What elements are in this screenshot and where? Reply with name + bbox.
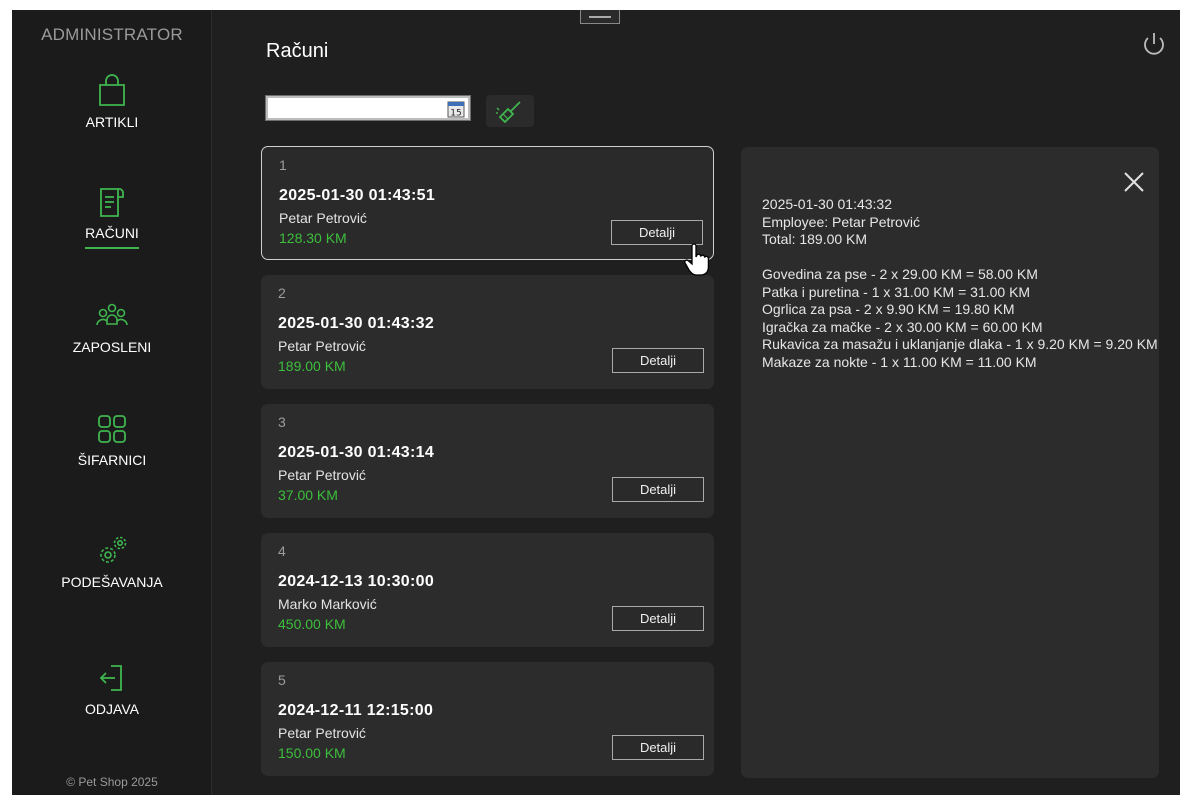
hand-pointer-icon [684,243,710,276]
receipt-date: 2025-01-30 01:43:51 [279,187,436,204]
grid-icon [98,415,126,443]
receipt-date: 2025-01-30 01:43:14 [278,444,435,461]
copyright-footer: © Pet Shop 2025 [66,775,158,789]
sidebar-item-label: ARTIKLI [85,114,139,130]
details-line-item: Igračka za mačke - 2 x 30.00 KM = 60.00 … [762,318,1043,335]
page-title: Računi [266,40,329,62]
details-total: Total: 189.00 KM [762,231,868,247]
details-date: 2025-01-30 01:43:32 [762,196,892,212]
receipt-number: 1 [279,157,287,173]
receipt-date: 2024-12-13 10:30:00 [278,573,435,590]
sidebar-item-podesavanja[interactable]: PODEŠAVANJA [12,534,212,614]
receipt-employee: Petar Petrović [278,467,366,483]
receipt-card[interactable]: 4 2024-12-13 10:30:00 Marko Marković 450… [261,533,714,647]
sidebar-title: ADMINISTRATOR [41,25,183,44]
receipt-card[interactable]: 3 2025-01-30 01:43:14 Petar Petrović 37.… [261,404,714,518]
sidebar-item-zaposleni[interactable]: ZAPOSLENI [12,299,212,379]
receipt-total: 37.00 KM [278,487,338,503]
sidebar-item-sifarnici[interactable]: ŠIFARNICI [12,412,212,492]
receipt-details-panel: 2025-01-30 01:43:32 Employee: Petar Petr… [741,147,1159,778]
sidebar-item-racuni[interactable]: RAČUNI [12,185,212,265]
sidebar-item-odjava[interactable]: ODJAVA [12,661,212,741]
receipt-employee: Petar Petrović [278,338,366,354]
receipt-card[interactable]: 2 2025-01-30 01:43:32 Petar Petrović 189… [261,275,714,389]
sidebar-item-artikli[interactable]: ARTIKLI [12,74,212,154]
receipt-date: 2024-12-11 12:15:00 [278,702,434,719]
details-button[interactable]: Detalji [611,220,703,245]
logout-icon [99,665,122,691]
details-employee: Employee: Petar Petrović [762,213,920,230]
receipt-number: 4 [278,543,286,559]
close-icon[interactable] [1123,171,1145,193]
details-button[interactable]: Detalji [612,606,704,631]
drag-handle[interactable] [580,10,620,24]
receipt-card[interactable]: 5 2024-12-11 12:15:00 Petar Petrović 150… [261,662,714,776]
sidebar-item-label: PODEŠAVANJA [61,574,163,590]
date-filter-input[interactable] [270,99,440,117]
sidebar-item-label: ZAPOSLENI [72,339,152,355]
details-button[interactable]: Detalji [612,477,704,502]
receipt-icon [100,188,124,217]
details-line-item: Govedina za pse - 2 x 29.00 KM = 58.00 K… [762,266,1038,282]
calendar-icon[interactable]: 15 [447,100,465,118]
calendar-day: 15 [450,109,461,119]
receipt-number: 2 [278,285,286,301]
details-line-item: Rukavica za masažu i uklanjanje dlaka - … [762,336,1158,352]
details-text: 2025-01-30 01:43:32 Employee: Petar Petr… [762,196,1159,371]
users-icon [96,303,128,326]
receipt-number: 3 [278,414,286,430]
receipt-employee: Marko Marković [278,596,377,612]
receipt-total: 128.30 KM [279,230,347,246]
receipt-employee: Petar Petrović [279,210,367,226]
details-button[interactable]: Detalji [612,735,704,760]
details-line-item: Makaze za nokte - 1 x 11.00 KM = 11.00 K… [762,353,1037,370]
receipt-total: 150.00 KM [278,745,346,761]
shopping-bag-icon [99,74,125,106]
receipt-total: 189.00 KM [278,358,346,374]
app-window: ADMINISTRATOR ARTIKLI RAČUNI ZAPOSLENI Š… [12,10,1180,795]
receipt-date: 2025-01-30 01:43:32 [278,315,435,332]
receipt-employee: Petar Petrović [278,725,366,741]
details-button[interactable]: Detalji [612,348,704,373]
sidebar-item-label: RAČUNI [85,225,139,249]
date-filter[interactable]: 15 [265,95,471,121]
gears-icon [100,536,127,563]
broom-icon [496,101,521,123]
sidebar-item-label: ODJAVA [85,701,139,717]
details-line-item: Patka i puretina - 1 x 31.00 KM = 31.00 … [762,283,1031,300]
receipt-total: 450.00 KM [278,616,346,632]
clear-filter-button[interactable] [486,95,534,127]
sidebar: ADMINISTRATOR ARTIKLI RAČUNI ZAPOSLENI Š… [12,10,212,795]
receipt-number: 5 [278,672,286,688]
sidebar-item-label: ŠIFARNICI [77,452,147,468]
power-icon[interactable] [1140,30,1168,58]
details-line-item: Ogrlica za psa - 2 x 9.90 KM = 19.80 KM [762,301,1015,317]
receipt-card[interactable]: 1 2025-01-30 01:43:51 Petar Petrović 128… [261,146,714,260]
